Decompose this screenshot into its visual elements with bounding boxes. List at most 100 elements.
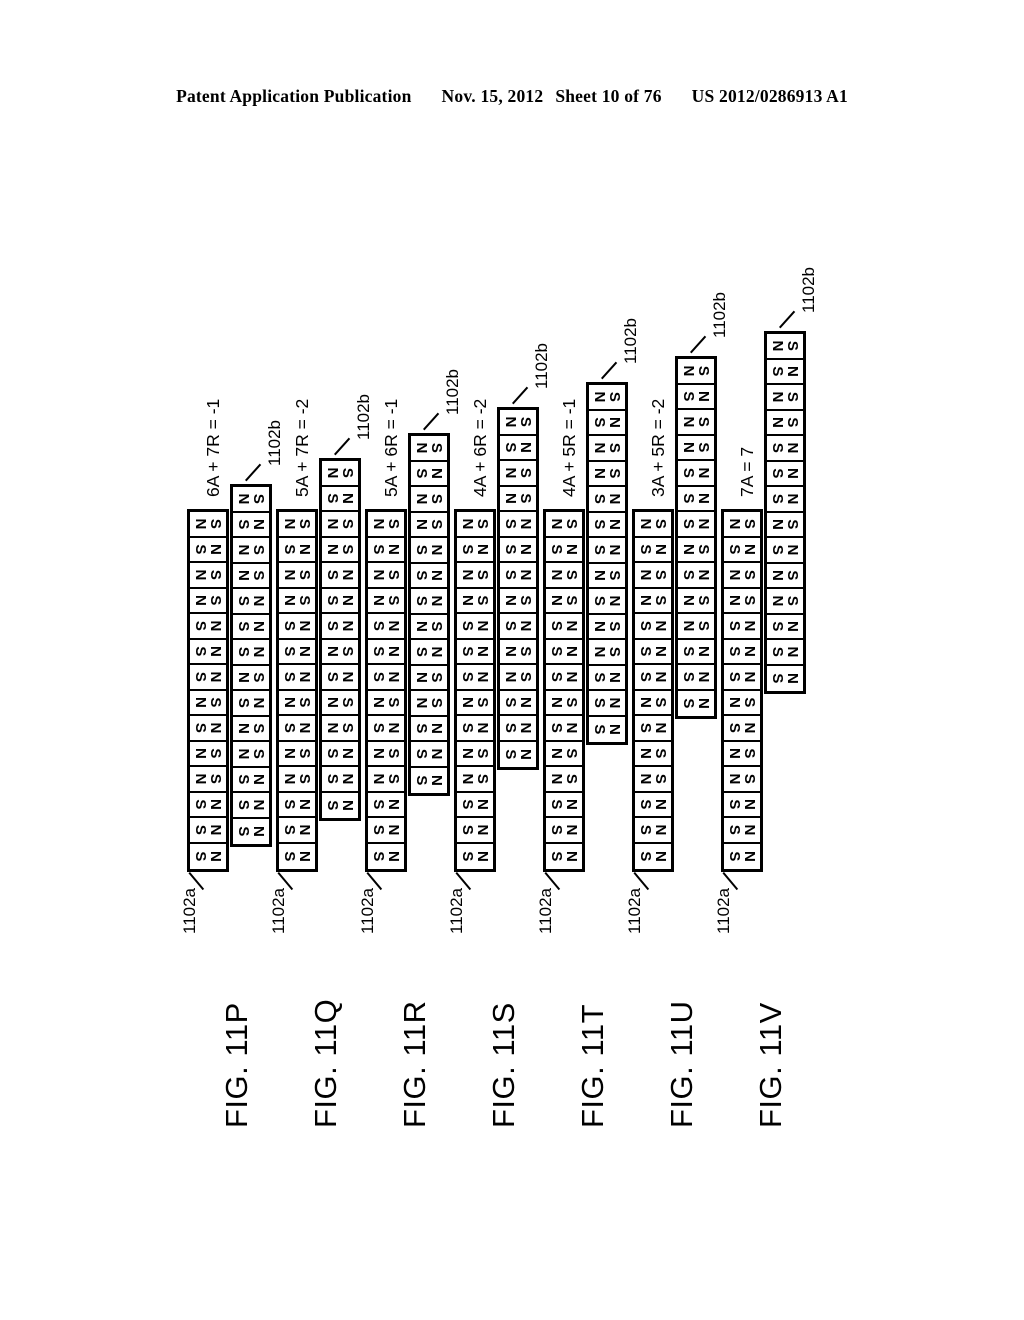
magnet-pole-bottom: N <box>726 569 743 581</box>
magnet-pole-bottom: S <box>680 646 697 657</box>
magnet-pole-bottom: S <box>324 748 341 759</box>
magnet-cell: SN <box>635 741 671 767</box>
magnet-cell: NS <box>589 512 625 538</box>
magnet-pole-bottom: S <box>591 595 608 606</box>
magnet-pole-top: N <box>741 645 759 657</box>
magnet-pole-top: N <box>207 722 225 734</box>
magnet-cell: NS <box>368 792 404 818</box>
magnet-pole-top: N <box>296 645 314 657</box>
magnet-cell: NS <box>190 639 226 665</box>
magnet-cell: SN <box>500 410 536 436</box>
magnet-cell: NS <box>589 716 625 742</box>
magnet-pole-bottom: N <box>324 467 341 479</box>
magnet-pole-bottom: S <box>459 646 476 657</box>
magnet-pole-bottom: S <box>192 671 209 682</box>
magnet-cell: SN <box>190 690 226 716</box>
magnet-pole-top: S <box>296 518 314 529</box>
magnet-pole-top: S <box>428 518 446 529</box>
magnet-pole-bottom: S <box>235 697 252 708</box>
magnet-row-1102a: SNNSSNSNNSNSNSSNNSSNSNNSNSNS <box>187 509 229 872</box>
magnet-pole-bottom: S <box>548 851 565 862</box>
magnet-pole-bottom: N <box>324 645 341 657</box>
magnet-pole-bottom: N <box>324 543 341 555</box>
magnet-cell: SN <box>724 767 760 793</box>
magnet-row-1102b: SNNSSNSNNSNSNSSNNSSNSNNSNSNS <box>497 407 539 770</box>
magnet-pole-top: N <box>695 492 713 504</box>
magnet-pole-top: N <box>428 594 446 606</box>
magnet-cell: NS <box>678 461 714 487</box>
magnet-pole-bottom: S <box>324 569 341 580</box>
magnet-pole-bottom: S <box>726 799 743 810</box>
magnet-cell: NS <box>546 665 582 691</box>
magnet-pole-bottom: N <box>459 569 476 581</box>
magnet-pole-bottom: S <box>281 620 298 631</box>
magnet-pole-bottom: S <box>637 646 654 657</box>
magnet-pole-top: S <box>296 773 314 784</box>
magnet-pole-top: N <box>428 467 446 479</box>
magnet-pole-bottom: S <box>680 467 697 478</box>
magnet-pole-top: S <box>385 697 403 708</box>
magnet-pole-top: N <box>339 799 357 811</box>
magnet-pole-bottom: S <box>235 799 252 810</box>
magnet-row-1102b: SNNSSNSNNSNSNSSNNSSNSNNSNSNS <box>319 458 361 821</box>
magnet-pole-bottom: N <box>591 569 608 581</box>
magnet-pole-top: S <box>250 671 268 682</box>
magnet-pole-top: N <box>652 798 670 810</box>
magnet-cell: NS <box>724 639 760 665</box>
magnet-pole-top: S <box>563 569 581 580</box>
magnet-cell: NS <box>546 716 582 742</box>
magnet-pole-bottom: S <box>370 824 387 835</box>
magnet-pole-bottom: S <box>281 799 298 810</box>
magnet-pole-bottom: S <box>591 671 608 682</box>
magnet-pole-top: N <box>695 518 713 530</box>
magnet-cell: NS <box>546 537 582 563</box>
magnet-pole-bottom: N <box>413 671 430 683</box>
magnet-cell: SN <box>279 767 315 793</box>
magnet-pole-bottom: S <box>769 493 786 504</box>
magnet-cell: SN <box>190 512 226 538</box>
magnet-cell: NS <box>279 818 315 844</box>
magnet-cell: NS <box>678 512 714 538</box>
magnet-pole-top: N <box>517 722 535 734</box>
magnet-cell: SN <box>411 614 447 640</box>
magnet-pole-bottom: N <box>502 467 519 479</box>
magnet-cell: NS <box>368 537 404 563</box>
magnet-pole-top: S <box>385 569 403 580</box>
magnet-pole-top: N <box>784 645 802 657</box>
magnet-pole-bottom: N <box>637 747 654 759</box>
magnet-pole-top: N <box>606 671 624 683</box>
magnet-pole-top: N <box>563 798 581 810</box>
magnet-cell: NS <box>322 665 358 691</box>
magnet-row-1102a: SNNSSNSNNSNSNSSNNSSNSNNSNSNS <box>721 509 763 872</box>
magnet-cell: SN <box>457 512 493 538</box>
magnet-pole-bottom: S <box>769 620 786 631</box>
reference-label-1102a: 1102a <box>447 887 466 934</box>
magnet-pole-top: S <box>741 595 759 606</box>
magnet-pole-top: S <box>474 748 492 759</box>
magnet-cell: NS <box>457 843 493 869</box>
magnet-pole-bottom: N <box>680 620 697 632</box>
magnet-cell: SN <box>190 741 226 767</box>
magnet-pole-bottom: N <box>637 773 654 785</box>
magnet-pole-bottom: N <box>591 441 608 453</box>
magnet-cell: SN <box>767 333 803 359</box>
magnet-cell: SN <box>500 588 536 614</box>
magnet-cell: SN <box>500 486 536 512</box>
magnet-pole-bottom: S <box>637 620 654 631</box>
magnet-cell: NS <box>457 716 493 742</box>
magnet-pole-bottom: S <box>370 851 387 862</box>
magnet-pole-top: N <box>741 543 759 555</box>
magnet-pole-bottom: N <box>637 569 654 581</box>
magnet-pole-top: N <box>296 722 314 734</box>
magnet-pole-top: N <box>250 825 268 837</box>
magnet-pole-bottom: S <box>680 698 697 709</box>
magnet-pole-bottom: S <box>680 391 697 402</box>
magnet-pole-bottom: S <box>502 722 519 733</box>
magnet-pole-bottom: N <box>548 594 565 606</box>
magnet-pole-top: N <box>428 774 446 786</box>
magnet-pole-top: S <box>250 544 268 555</box>
magnet-pole-top: S <box>741 518 759 529</box>
leader-line-1102b <box>423 412 440 430</box>
magnet-pole-top: S <box>563 518 581 529</box>
magnet-pole-bottom: S <box>413 467 430 478</box>
